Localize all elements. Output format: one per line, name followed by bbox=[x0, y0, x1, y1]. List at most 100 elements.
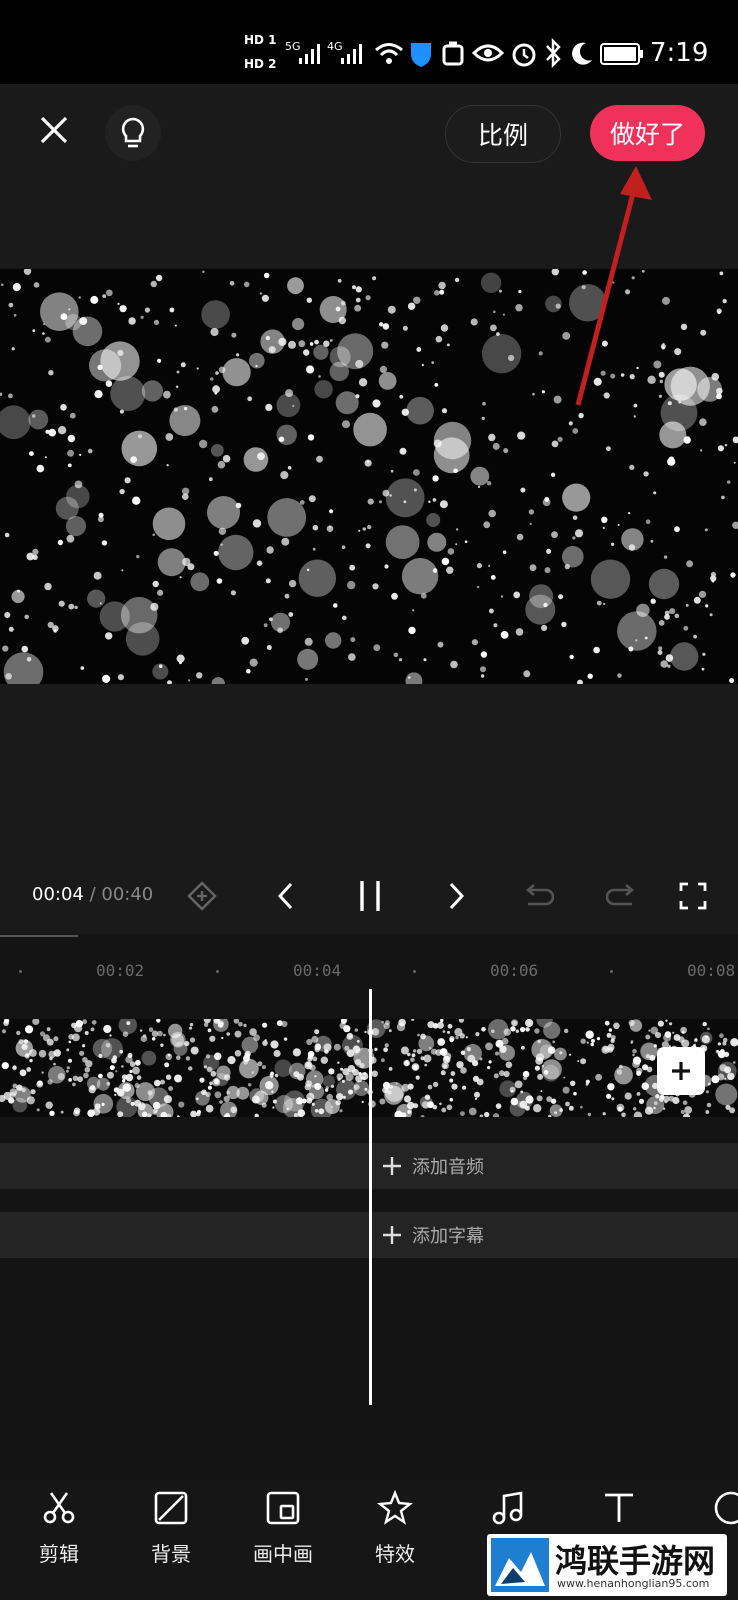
snow-particle bbox=[503, 1070, 510, 1078]
snow-particle bbox=[405, 672, 423, 684]
snow-particle bbox=[256, 560, 263, 566]
snow-particle bbox=[355, 394, 360, 399]
close-button[interactable] bbox=[28, 104, 80, 156]
snow-particle bbox=[705, 1110, 710, 1114]
moon-icon bbox=[572, 42, 592, 65]
snow-particle bbox=[415, 1075, 420, 1080]
snow-particle bbox=[198, 439, 208, 449]
snow-particle bbox=[82, 1044, 86, 1048]
snow-particle bbox=[416, 347, 422, 352]
snow-particle bbox=[711, 579, 715, 583]
snow-particle bbox=[385, 478, 425, 518]
snow-particle bbox=[309, 342, 314, 346]
snow-particle bbox=[381, 341, 389, 349]
snow-particle bbox=[292, 1048, 301, 1057]
tips-button[interactable] bbox=[105, 105, 161, 161]
text-icon bbox=[605, 1493, 633, 1522]
snow-particle bbox=[451, 1083, 458, 1090]
snow-particle bbox=[401, 1083, 410, 1092]
snow-particle bbox=[353, 412, 387, 447]
snow-particle bbox=[7, 393, 13, 399]
snow-particle bbox=[493, 1073, 499, 1079]
snow-particle bbox=[389, 494, 392, 497]
snow-particle bbox=[80, 666, 85, 670]
snow-particle bbox=[476, 563, 482, 569]
keyframe-button[interactable] bbox=[182, 876, 222, 916]
nav-item-audio[interactable] bbox=[467, 1490, 547, 1526]
snow-particle bbox=[211, 677, 225, 684]
add-clip-button[interactable] bbox=[657, 1047, 705, 1095]
next-frame-button[interactable] bbox=[436, 876, 476, 916]
nav-item-sticker[interactable] bbox=[691, 1490, 738, 1526]
snow-particle bbox=[474, 1097, 478, 1100]
done-button[interactable]: 做好了 bbox=[590, 105, 705, 161]
add-subtitle-button[interactable]: 添加字幕 bbox=[382, 1212, 484, 1258]
nav-item-effects[interactable]: 特效 bbox=[355, 1490, 435, 1567]
snow-particle bbox=[716, 393, 722, 400]
pause-button[interactable] bbox=[348, 874, 392, 918]
fullscreen-button[interactable] bbox=[673, 876, 713, 916]
snow-particle bbox=[614, 1065, 633, 1085]
snow-particle bbox=[121, 1074, 128, 1080]
snow-particle bbox=[24, 614, 30, 620]
snow-particle bbox=[47, 1079, 53, 1085]
snow-particle bbox=[47, 621, 54, 628]
snow-particle bbox=[229, 281, 235, 286]
nav-item-background[interactable]: 背景 bbox=[131, 1490, 211, 1567]
snow-particle bbox=[440, 324, 449, 332]
snow-particle bbox=[203, 1019, 211, 1024]
snow-particle bbox=[304, 1083, 311, 1091]
undo-button[interactable] bbox=[518, 876, 558, 916]
nav-label: 剪辑 bbox=[39, 1542, 79, 1566]
snow-particle bbox=[337, 1077, 341, 1081]
snow-particle bbox=[157, 589, 164, 596]
previous-frame-button[interactable] bbox=[266, 876, 306, 916]
snow-particle bbox=[329, 361, 349, 382]
snow-particle bbox=[208, 477, 213, 482]
snow-particle bbox=[646, 1066, 653, 1073]
nav-item-edit[interactable]: 剪辑 bbox=[19, 1490, 99, 1567]
snow-particle bbox=[423, 1054, 432, 1063]
snow-particle bbox=[447, 1030, 450, 1034]
snow-particle bbox=[87, 1109, 95, 1117]
snow-particle bbox=[85, 1060, 93, 1068]
snow-particle bbox=[148, 1027, 154, 1032]
aspect-ratio-button[interactable]: 比例 bbox=[445, 105, 561, 163]
snow-particle bbox=[173, 407, 178, 412]
snow-particle bbox=[266, 546, 274, 554]
redo-button[interactable] bbox=[602, 876, 642, 916]
snow-particle bbox=[207, 1085, 212, 1090]
ruler-tick: 00:02 bbox=[96, 961, 145, 980]
snow-particle bbox=[492, 442, 500, 450]
snow-particle bbox=[356, 1039, 360, 1043]
snow-particle bbox=[137, 434, 143, 439]
snow-particle bbox=[57, 1073, 65, 1080]
add-audio-button[interactable]: 添加音频 bbox=[382, 1143, 484, 1189]
timeline-panel[interactable]: 00:02 00:04 00:06 00:08 添加音频 添加字幕 bbox=[0, 935, 738, 1480]
snow-particle bbox=[207, 496, 240, 529]
snow-particle bbox=[341, 545, 346, 549]
redo-icon bbox=[606, 884, 635, 906]
snow-particle bbox=[265, 578, 271, 584]
snow-particle bbox=[412, 609, 415, 612]
snow-particle bbox=[398, 658, 403, 662]
snow-particle bbox=[319, 296, 347, 323]
nav-item-text[interactable] bbox=[579, 1490, 659, 1526]
snow-particle bbox=[202, 270, 205, 273]
snow-particle bbox=[24, 1025, 34, 1034]
snow-particle bbox=[12, 1097, 28, 1113]
snow-particle bbox=[180, 362, 186, 368]
snow-particle bbox=[11, 589, 25, 604]
snow-particle bbox=[306, 1097, 313, 1104]
snow-particle bbox=[267, 1081, 272, 1086]
playhead[interactable] bbox=[369, 989, 372, 1405]
snow-particle bbox=[364, 1030, 367, 1034]
snow-particle bbox=[421, 363, 424, 367]
snow-particle bbox=[720, 1049, 725, 1054]
snow-particle bbox=[15, 1039, 34, 1057]
snow-particle bbox=[92, 1038, 113, 1059]
ruler-dot bbox=[413, 970, 416, 973]
snow-particle bbox=[372, 276, 377, 281]
snow-particle bbox=[74, 605, 78, 610]
nav-item-pip[interactable]: 画中画 bbox=[243, 1490, 323, 1567]
